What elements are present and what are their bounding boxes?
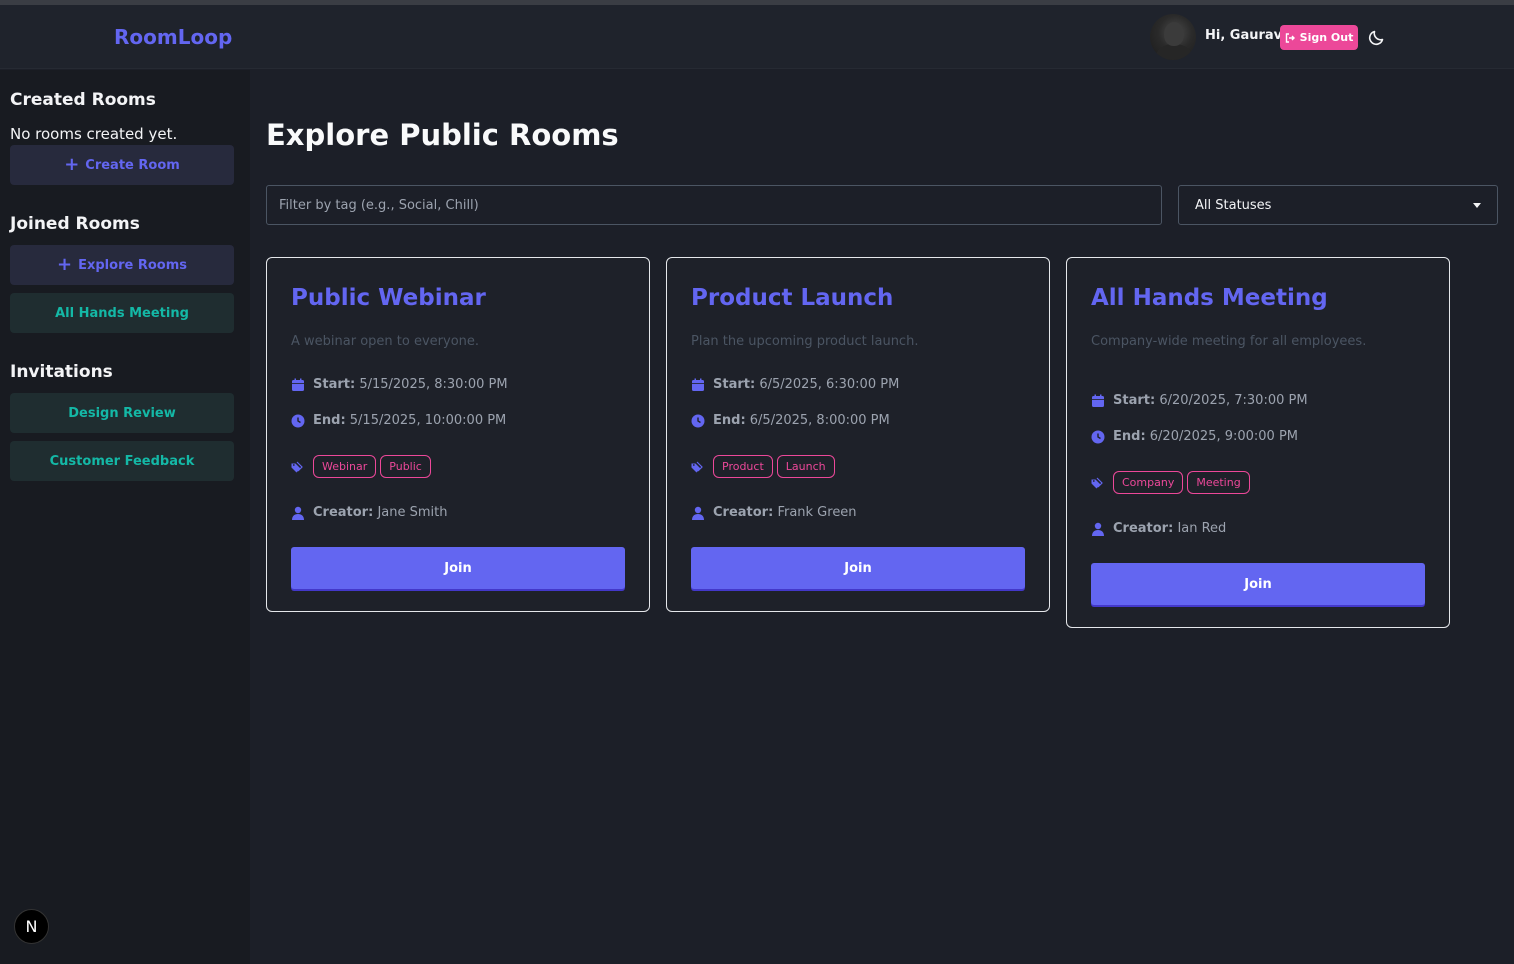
room-card: All Hands Meeting Company-wide meeting f…	[1066, 257, 1450, 628]
creator-label: Creator:	[713, 505, 774, 520]
creator-value: Frank Green	[777, 505, 857, 520]
clock-icon	[1091, 430, 1105, 443]
status-select[interactable]: All Statuses	[1178, 185, 1498, 225]
sign-out-label: Sign Out	[1299, 31, 1354, 44]
dark-mode-toggle-icon[interactable]	[1367, 27, 1387, 47]
invitations-heading: Invitations	[10, 362, 113, 382]
tags-icon	[1091, 477, 1103, 488]
tag-filter-input[interactable]	[266, 185, 1162, 225]
tag-badge[interactable]: Company	[1113, 471, 1184, 494]
start-label: Start:	[313, 377, 356, 392]
start-value: 5/15/2025, 8:30:00 PM	[359, 377, 508, 392]
end-value: 6/20/2025, 9:00:00 PM	[1149, 429, 1299, 444]
clock-icon	[691, 414, 705, 427]
start-label: Start:	[713, 377, 756, 392]
creator-label: Creator:	[313, 505, 374, 520]
tag-badge[interactable]: Product	[713, 455, 773, 478]
user-avatar[interactable]	[1150, 14, 1196, 60]
calendar-icon	[292, 378, 304, 391]
create-room-button[interactable]: + Create Room	[10, 145, 234, 185]
user-icon	[1092, 522, 1104, 536]
status-select-value: All Statuses	[1195, 197, 1272, 213]
nextjs-badge-icon[interactable]: N	[14, 909, 49, 944]
end-value: 6/5/2025, 8:00:00 PM	[749, 413, 890, 428]
created-rooms-empty: No rooms created yet.	[10, 125, 178, 143]
join-button[interactable]: Join	[1091, 563, 1425, 605]
invitation-item-design-review[interactable]: Design Review	[10, 393, 234, 433]
create-room-label: Create Room	[85, 157, 180, 173]
joined-room-item[interactable]: All Hands Meeting	[10, 293, 234, 333]
room-description: Plan the upcoming product launch.	[691, 334, 919, 349]
room-description: Company-wide meeting for all employees.	[1091, 334, 1367, 349]
end-label: End:	[713, 413, 746, 428]
end-value: 5/15/2025, 10:00:00 PM	[349, 413, 507, 428]
tag-badge[interactable]: Launch	[776, 455, 835, 478]
room-tags: Webinar Public	[291, 455, 435, 478]
room-title: Public Webinar	[291, 285, 486, 311]
explore-rooms-label: Explore Rooms	[78, 257, 187, 273]
creator-label: Creator:	[1113, 521, 1174, 536]
joined-rooms-heading: Joined Rooms	[10, 214, 140, 234]
sidebar: Created Rooms No rooms created yet. + Cr…	[0, 70, 250, 964]
user-icon	[692, 506, 704, 520]
room-end: End: 5/15/2025, 10:00:00 PM	[291, 413, 506, 428]
creator-value: Ian Red	[1177, 521, 1227, 536]
app-logo[interactable]: RoomLoop	[114, 25, 232, 49]
invitation-item-customer-feedback[interactable]: Customer Feedback	[10, 441, 234, 481]
user-icon	[292, 506, 304, 520]
end-label: End:	[313, 413, 346, 428]
end-label: End:	[1113, 429, 1146, 444]
room-tags: Company Meeting	[1091, 471, 1254, 494]
sign-out-button[interactable]: Sign Out	[1280, 25, 1358, 50]
room-title: All Hands Meeting	[1091, 285, 1328, 311]
tags-icon	[691, 461, 703, 472]
tag-badge[interactable]: Meeting	[1187, 471, 1250, 494]
room-creator: Creator: Frank Green	[691, 505, 857, 520]
tag-badge[interactable]: Public	[380, 455, 431, 478]
room-start: Start: 6/20/2025, 7:30:00 PM	[1091, 393, 1308, 408]
explore-rooms-button[interactable]: + Explore Rooms	[10, 245, 234, 285]
calendar-icon	[692, 378, 704, 391]
page-title: Explore Public Rooms	[266, 118, 619, 152]
plus-icon: +	[57, 254, 73, 275]
sign-out-icon	[1285, 32, 1295, 43]
tag-badge[interactable]: Webinar	[313, 455, 377, 478]
room-card: Public Webinar A webinar open to everyon…	[266, 257, 650, 612]
plus-icon: +	[64, 154, 80, 175]
room-creator: Creator: Ian Red	[1091, 521, 1226, 536]
creator-value: Jane Smith	[377, 505, 448, 520]
room-tags: Product Launch	[691, 455, 839, 478]
room-start: Start: 5/15/2025, 8:30:00 PM	[291, 377, 508, 392]
user-greeting: Hi, Gaurav	[1205, 28, 1283, 43]
calendar-icon	[1092, 394, 1104, 407]
room-title: Product Launch	[691, 285, 894, 311]
join-button[interactable]: Join	[691, 547, 1025, 589]
room-description: A webinar open to everyone.	[291, 334, 480, 349]
start-value: 6/20/2025, 7:30:00 PM	[1159, 393, 1308, 408]
created-rooms-heading: Created Rooms	[10, 90, 156, 110]
room-end: End: 6/5/2025, 8:00:00 PM	[691, 413, 890, 428]
tags-icon	[291, 461, 303, 472]
start-value: 6/5/2025, 6:30:00 PM	[759, 377, 900, 392]
clock-icon	[291, 414, 305, 427]
start-label: Start:	[1113, 393, 1156, 408]
room-creator: Creator: Jane Smith	[291, 505, 447, 520]
top-navbar: RoomLoop Hi, Gaurav Sign Out	[0, 5, 1514, 69]
room-end: End: 6/20/2025, 9:00:00 PM	[1091, 429, 1298, 444]
chevron-down-icon	[1473, 202, 1481, 208]
join-button[interactable]: Join	[291, 547, 625, 589]
room-card: Product Launch Plan the upcoming product…	[666, 257, 1050, 612]
room-start: Start: 6/5/2025, 6:30:00 PM	[691, 377, 899, 392]
